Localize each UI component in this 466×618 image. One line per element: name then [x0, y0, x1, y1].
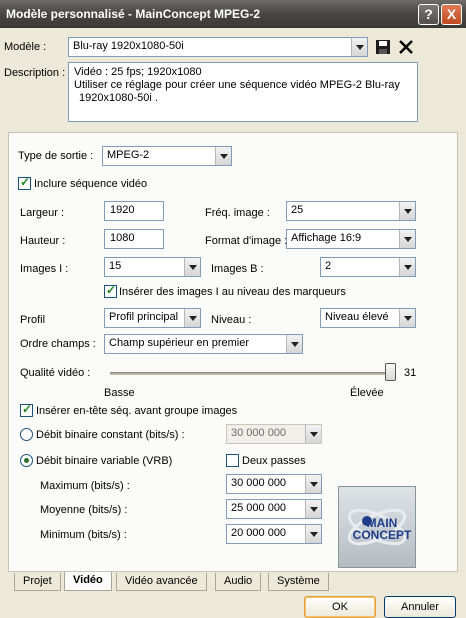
help-button[interactable]: ? — [418, 4, 439, 25]
output-type-label: Type de sortie : — [18, 150, 94, 162]
level-label: Niveau : — [211, 314, 252, 326]
save-icon[interactable] — [375, 39, 391, 55]
two-pass-label: Deux passes — [242, 455, 306, 467]
format-value: Affichage 16:9 — [291, 232, 362, 244]
delete-icon[interactable] — [398, 39, 414, 55]
cbr-radio[interactable] — [20, 428, 33, 441]
max-bitrate-label: Maximum (bits/s) : — [40, 480, 130, 492]
quality-slider-thumb[interactable] — [385, 363, 396, 381]
two-pass-checkbox[interactable] — [226, 454, 239, 467]
chevron-down-icon — [184, 309, 200, 327]
min-bitrate-value: 20 000 000 — [231, 527, 287, 539]
frame-rate-value: 25 — [291, 204, 304, 216]
cbr-label: Débit binaire constant (bits/s) : — [36, 429, 185, 441]
model-label: Modèle : — [4, 41, 47, 53]
profile-value: Profil principal — [109, 311, 179, 323]
quality-high-label: Élevée — [350, 387, 384, 399]
tab-video[interactable]: Vidéo — [64, 572, 112, 591]
field-order-label: Ordre champs : — [20, 338, 96, 350]
cbr-select[interactable]: 30 000 000 — [226, 424, 322, 444]
insert-header-label: Insérer en-tête séq. avant groupe images — [36, 405, 238, 417]
frame-rate-label: Fréq. image : — [205, 207, 270, 219]
i-frames-label: Images I : — [20, 263, 69, 275]
chevron-down-icon — [399, 230, 415, 248]
window-title: Modèle personnalisé - MainConcept MPEG-2 — [6, 7, 261, 21]
insert-i-frames-checkbox[interactable] — [104, 283, 117, 298]
avg-bitrate-select[interactable]: 25 000 000 — [226, 499, 322, 519]
max-bitrate-select[interactable]: 30 000 000 — [226, 474, 322, 494]
b-frames-label: Images B : — [211, 263, 264, 275]
width-input[interactable]: 1920 — [104, 201, 164, 221]
width-label: Largeur : — [20, 207, 65, 219]
level-value: Niveau élevé — [325, 311, 389, 323]
description-line: Vidéo : 25 fps; 1920x1080 — [74, 66, 202, 78]
format-label: Format d'image : — [205, 235, 288, 247]
level-select[interactable]: Niveau élevé — [320, 308, 416, 328]
quality-slider-track[interactable] — [110, 372, 396, 375]
chevron-down-icon — [399, 309, 415, 327]
b-frames-value: 2 — [325, 260, 332, 272]
title-bar: Modèle personnalisé - MainConcept MPEG-2… — [0, 0, 466, 28]
include-video-checkbox[interactable] — [18, 175, 31, 190]
tab-systeme[interactable]: Système — [268, 573, 329, 591]
include-video-label: Inclure séquence vidéo — [34, 178, 148, 190]
i-frames-select[interactable]: 15 — [104, 257, 201, 277]
chevron-down-icon — [305, 525, 321, 543]
tab-projet[interactable]: Projet — [14, 573, 61, 591]
description-line: 1920x1080-50i . — [79, 92, 158, 104]
avg-bitrate-label: Moyenne (bits/s) : — [40, 504, 128, 516]
output-type-select[interactable]: MPEG-2 — [102, 146, 232, 166]
chevron-down-icon — [305, 425, 321, 443]
logo-text: MAIN CONCEPT — [352, 516, 412, 542]
chevron-down-icon — [184, 258, 200, 276]
chevron-down-icon — [305, 500, 321, 518]
output-type-value: MPEG-2 — [107, 149, 150, 161]
mainconcept-logo: MAIN CONCEPT — [338, 486, 416, 568]
i-frames-value: 15 — [109, 260, 122, 272]
avg-bitrate-value: 25 000 000 — [231, 502, 287, 514]
tab-audio[interactable]: Audio — [215, 573, 262, 591]
format-select[interactable]: Affichage 16:9 — [286, 229, 416, 249]
quality-low-label: Basse — [104, 387, 135, 399]
b-frames-select[interactable]: 2 — [320, 257, 416, 277]
chevron-down-icon — [399, 202, 415, 220]
insert-header-checkbox[interactable] — [20, 402, 33, 417]
vbr-label: Débit binaire variable (VRB) — [36, 455, 173, 467]
quality-value: 31 — [404, 367, 417, 379]
description-line: Utiliser ce réglage pour créer une séque… — [74, 79, 400, 91]
close-button[interactable]: X — [441, 4, 462, 25]
model-select-value: Blu-ray 1920x1080-50i — [73, 40, 184, 52]
field-order-select[interactable]: Champ supérieur en premier — [104, 334, 303, 354]
quality-label: Qualité vidéo : — [20, 367, 91, 379]
frame-rate-select[interactable]: 25 — [286, 201, 416, 221]
height-input[interactable]: 1080 — [104, 229, 164, 249]
height-label: Hauteur : — [20, 235, 66, 247]
chevron-down-icon — [286, 335, 302, 353]
vbr-radio[interactable] — [20, 454, 33, 467]
chevron-down-icon — [351, 38, 367, 56]
description-box[interactable]: Vidéo : 25 fps; 1920x1080 Utiliser ce ré… — [68, 62, 418, 122]
field-order-value: Champ supérieur en premier — [109, 337, 250, 349]
tab-video-avancee[interactable]: Vidéo avancée — [116, 573, 207, 591]
description-label: Description : — [4, 67, 66, 79]
chevron-down-icon — [215, 147, 231, 165]
cbr-value: 30 000 000 — [231, 427, 287, 439]
profile-select[interactable]: Profil principal — [104, 308, 201, 328]
max-bitrate-value: 30 000 000 — [231, 477, 287, 489]
chevron-down-icon — [399, 258, 415, 276]
insert-i-frames-label: Insérer des images I au niveau des marqu… — [119, 286, 346, 298]
model-select[interactable]: Blu-ray 1920x1080-50i — [68, 37, 368, 57]
min-bitrate-select[interactable]: 20 000 000 — [226, 524, 322, 544]
min-bitrate-label: Minimum (bits/s) : — [40, 529, 127, 541]
profile-label: Profil — [20, 314, 46, 326]
chevron-down-icon — [305, 475, 321, 493]
